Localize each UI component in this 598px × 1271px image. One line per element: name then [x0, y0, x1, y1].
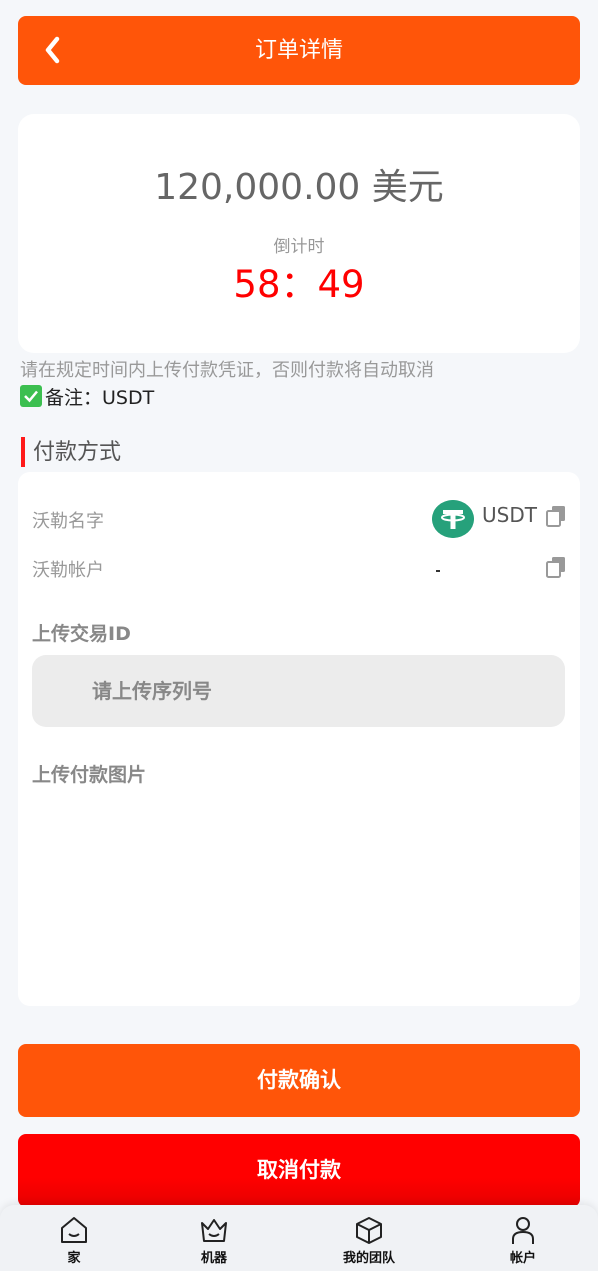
- txid-label: 上传交易ID: [32, 623, 131, 645]
- payment-image-upload[interactable]: [32, 802, 565, 992]
- section-title: 付款方式: [33, 440, 122, 465]
- tab-machine[interactable]: 机器: [159, 1205, 269, 1271]
- page-title: 订单详情: [254, 38, 343, 63]
- copy-icon[interactable]: [545, 556, 567, 578]
- txid-input[interactable]: [32, 655, 565, 727]
- wallet-name-value: USDT: [482, 503, 537, 527]
- wallet-account-value: [436, 570, 440, 572]
- countdown-timer: 58：49: [233, 263, 365, 306]
- home-icon: [61, 1217, 87, 1243]
- tab-account-label: 帐户: [509, 1251, 536, 1266]
- upload-notice: 请在规定时间内上传付款凭证，否则付款将自动取消: [20, 360, 434, 381]
- copy-icon[interactable]: [545, 505, 567, 527]
- payment-card: 沃勒名字 USDT 沃勒帐户 上传交易ID 上传付款图片: [18, 472, 580, 1006]
- crown-icon: [201, 1219, 227, 1242]
- tab-home-label: 家: [67, 1251, 81, 1266]
- tab-machine-label: 机器: [200, 1251, 227, 1266]
- tab-account[interactable]: 帐户: [468, 1205, 578, 1271]
- order-amount: 120,000.00 美元: [154, 167, 444, 208]
- user-icon: [512, 1217, 534, 1244]
- check-icon: [20, 385, 42, 407]
- tab-my-team[interactable]: 我的团队: [314, 1205, 424, 1271]
- payment-image-label: 上传付款图片: [32, 764, 147, 786]
- remark-text: 备注：USDT: [45, 386, 155, 409]
- usdt-logo-icon: [432, 500, 474, 538]
- tab-home[interactable]: 家: [19, 1205, 129, 1271]
- tab-my-team-label: 我的团队: [342, 1251, 395, 1266]
- section-marker: [21, 437, 25, 467]
- amount-card: 120,000.00 美元 倒计时 58：49: [18, 114, 580, 353]
- confirm-payment-button[interactable]: 付款确认: [18, 1044, 580, 1117]
- remark-row: 备注：USDT: [20, 384, 155, 409]
- cancel-payment-button[interactable]: 取消付款: [18, 1134, 580, 1207]
- page-header: 订单详情: [18, 16, 580, 85]
- cube-icon: [356, 1217, 382, 1244]
- wallet-name-label: 沃勒名字: [32, 511, 104, 532]
- bottom-tab-bar: 家 机器 我的团队 帐户: [0, 1205, 598, 1271]
- wallet-account-label: 沃勒帐户: [32, 560, 104, 581]
